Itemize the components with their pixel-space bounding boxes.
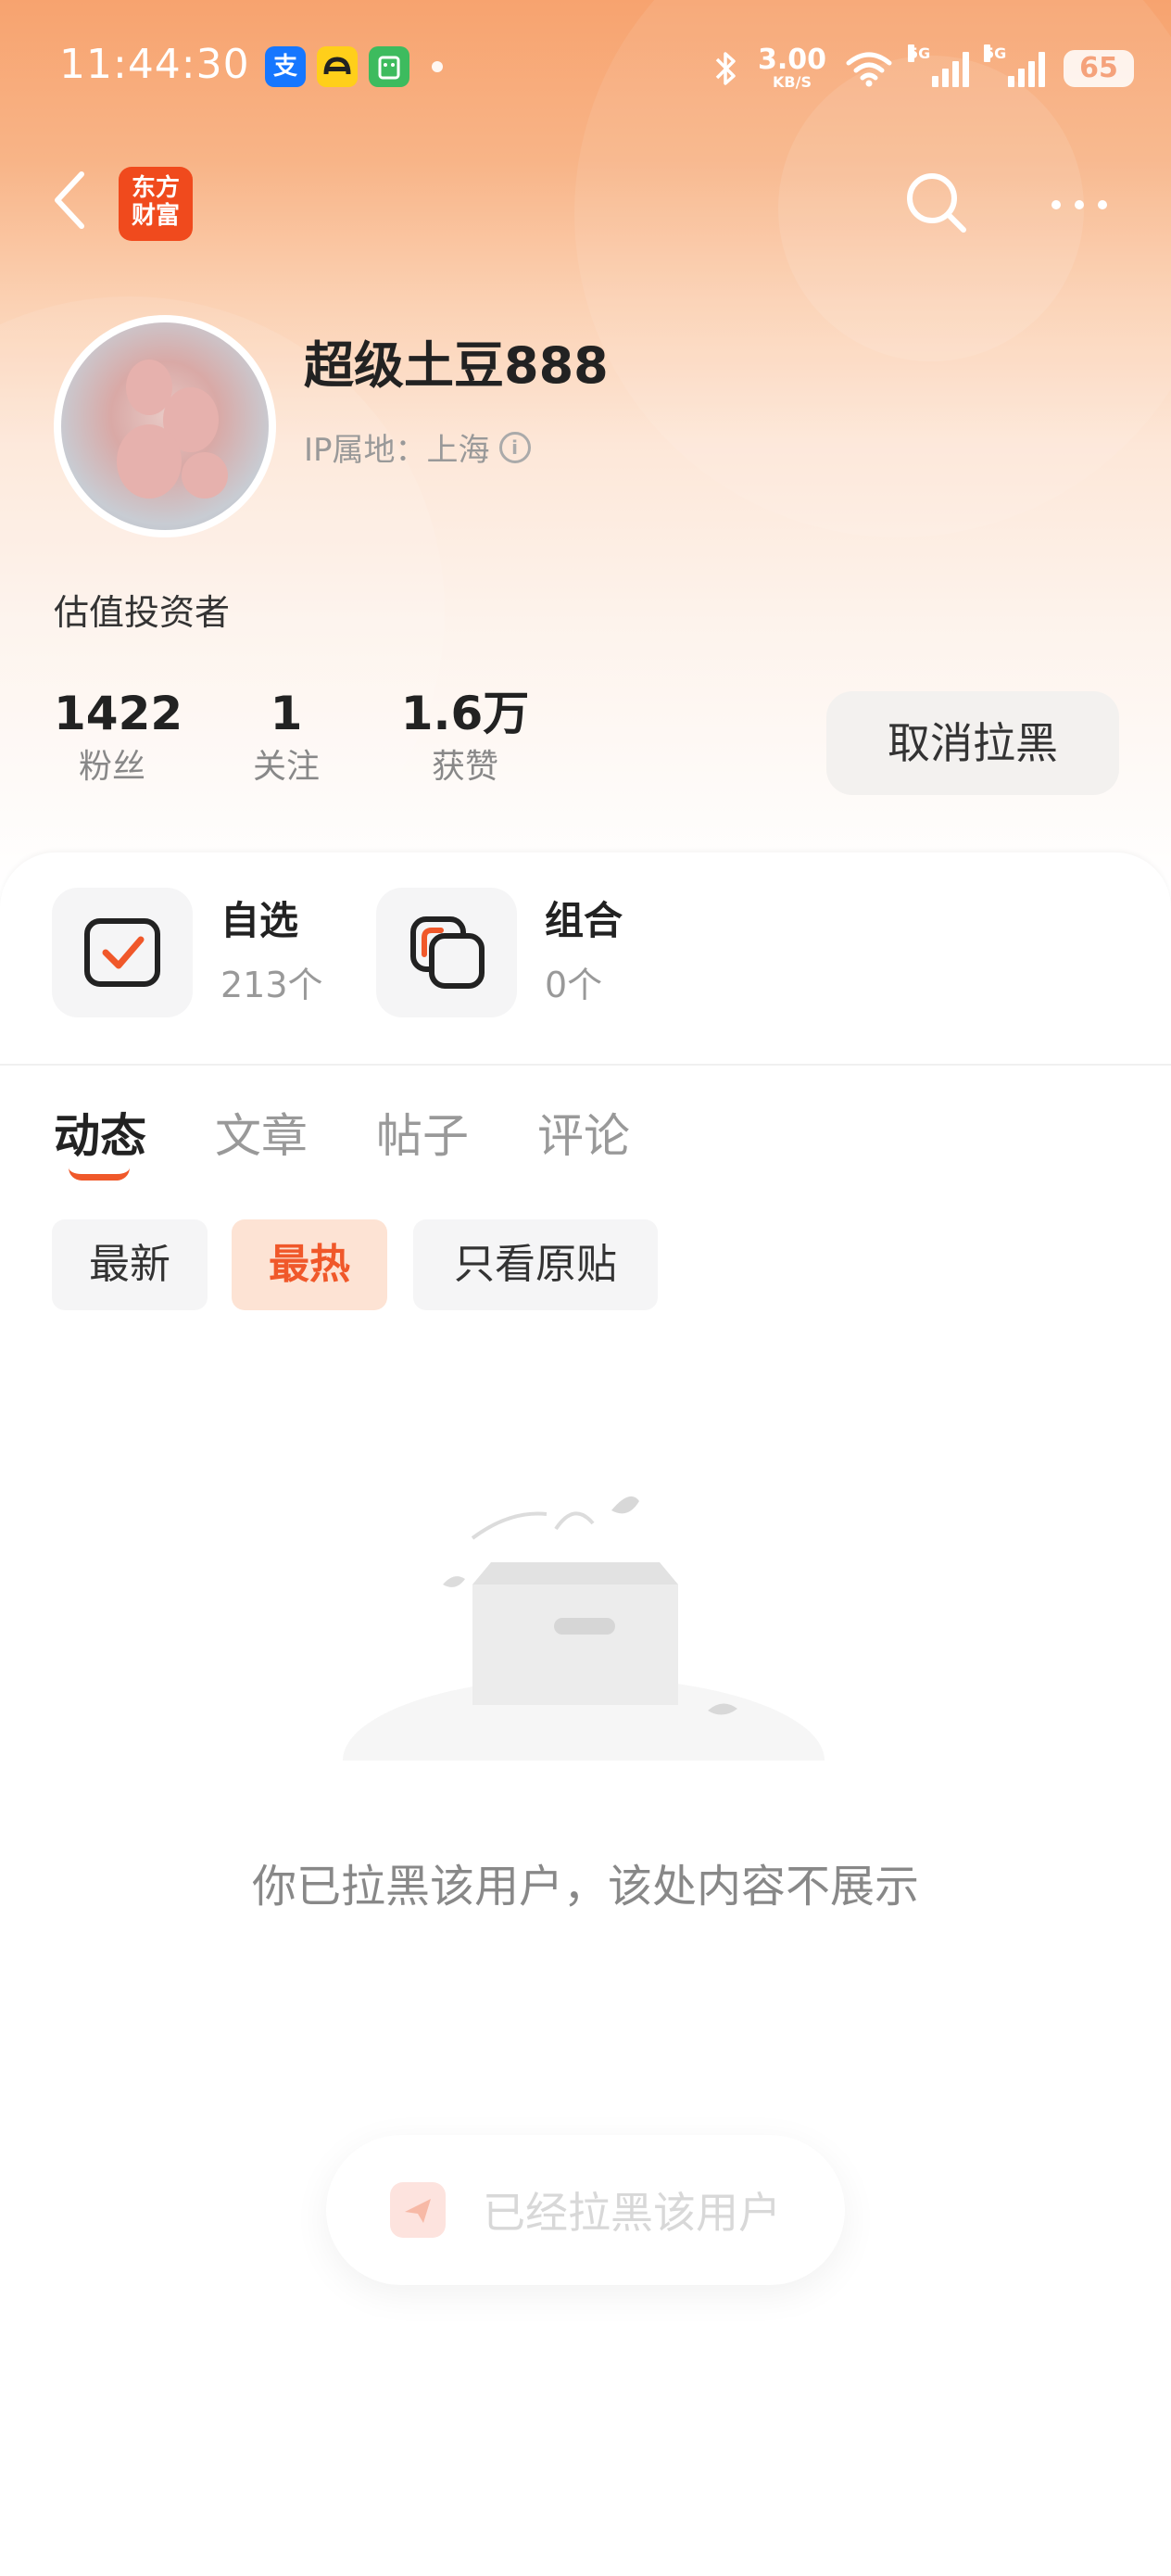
stat-likes[interactable]: 1.6万 获赞 — [400, 686, 530, 793]
search-icon — [907, 173, 966, 233]
shopping-app-icon — [369, 46, 409, 87]
stat-value: 1422 — [54, 687, 183, 740]
chevron-left-icon — [55, 171, 84, 229]
status-time: 11:44:30 — [59, 41, 250, 88]
tab-feed[interactable]: 动态 — [54, 1099, 146, 1166]
filter-hottest[interactable]: 最热 — [232, 1219, 387, 1310]
alipay-icon: 支 — [265, 46, 306, 87]
filter-original-only[interactable]: 只看原贴 — [413, 1219, 658, 1310]
wifi-icon — [846, 52, 892, 87]
app-logo: 东方 财富 — [119, 167, 193, 241]
info-icon[interactable]: i — [498, 431, 531, 463]
ip-location-text: IP属地：上海 — [304, 432, 490, 469]
active-tab-indicator — [69, 1168, 130, 1181]
stacked-squares-icon — [410, 916, 485, 989]
tab-comments[interactable]: 评论 — [537, 1099, 630, 1166]
watchlist-card[interactable] — [52, 888, 193, 1017]
portfolio-card[interactable] — [376, 888, 517, 1017]
avatar[interactable] — [54, 315, 276, 537]
ip-location: IP属地：上海 i — [304, 424, 531, 470]
stat-value: 1 — [270, 687, 303, 740]
logo-text: 财富 — [131, 202, 180, 230]
toast-message: 已经拉黑该用户 — [483, 2188, 781, 2238]
username: 超级土豆888 — [304, 336, 609, 395]
notification-dot — [432, 61, 443, 72]
user-bio: 估值投资者 — [54, 592, 231, 633]
cell-signal-icon: 5G — [908, 44, 969, 87]
more-button[interactable] — [1047, 172, 1112, 237]
watchlist-title[interactable]: 自选 — [220, 890, 298, 946]
more-dots-icon — [1051, 200, 1107, 209]
status-right-group: 3.00 KB/S 5G 5G 65 — [711, 43, 1134, 95]
checkbox-check-icon — [84, 918, 160, 987]
filter-latest[interactable]: 最新 — [52, 1219, 208, 1310]
stat-value: 1.6万 — [400, 687, 530, 740]
portfolio-count: 0个 — [545, 965, 603, 1005]
empty-state-message: 你已拉黑该用户，该处内容不展示 — [251, 1861, 919, 1913]
tab-articles[interactable]: 文章 — [215, 1099, 308, 1166]
back-button[interactable] — [44, 163, 100, 237]
paper-plane-icon — [390, 2182, 446, 2238]
stat-label: 获赞 — [431, 748, 498, 786]
logo-text: 东方 — [131, 174, 180, 202]
portfolio-title[interactable]: 组合 — [545, 890, 623, 946]
section-divider — [0, 1064, 1171, 1066]
bluetooth-icon — [715, 52, 736, 85]
watchlist-count: 213个 — [220, 965, 323, 1005]
stat-label: 关注 — [252, 748, 320, 786]
meituan-icon — [317, 46, 358, 87]
tab-posts[interactable]: 帖子 — [376, 1099, 469, 1166]
empty-box-icon — [334, 1496, 834, 1779]
avatar-image — [61, 322, 269, 530]
toast: 已经拉黑该用户 — [326, 2135, 845, 2285]
stat-followers[interactable]: 1422 粉丝 — [54, 686, 183, 793]
stat-label: 粉丝 — [78, 748, 145, 786]
battery-indicator: 65 — [1064, 50, 1134, 87]
unblock-button[interactable]: 取消拉黑 — [826, 691, 1119, 795]
stat-following[interactable]: 1 关注 — [243, 686, 330, 793]
search-button[interactable] — [899, 165, 973, 239]
network-speed: 3.00 KB/S — [757, 44, 826, 91]
status-bar: 11:44:30 支 3.00 KB/S 5G 5G 65 — [0, 0, 1171, 139]
cell-signal-icon: 5G — [984, 44, 1045, 87]
